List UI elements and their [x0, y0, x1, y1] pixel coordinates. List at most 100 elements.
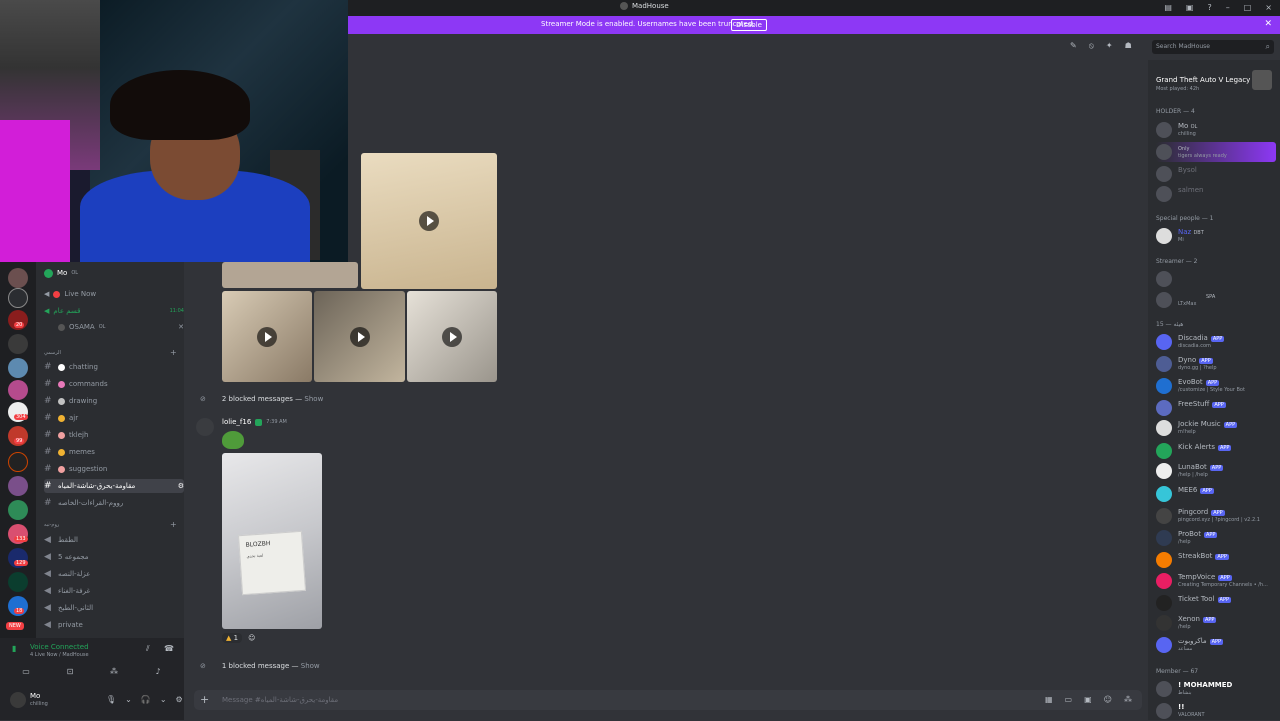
- show-blocked-link[interactable]: Show: [304, 395, 323, 403]
- voice-channel[interactable]: ◀ الطقط: [44, 533, 184, 547]
- members-icon[interactable]: ☗: [1125, 41, 1132, 51]
- voice-user[interactable]: Mo OL: [44, 266, 184, 280]
- channel-commands[interactable]: # commands: [44, 377, 184, 391]
- voice-channel-private[interactable]: ◀ private: [44, 618, 184, 632]
- apps-icon[interactable]: ⁂: [1124, 695, 1132, 704]
- pin-icon[interactable]: ✦: [1106, 41, 1113, 51]
- channel-general[interactable]: ◀ قسم عام 11:04: [44, 304, 184, 318]
- member-bot[interactable]: Kick Alerts APP: [1156, 441, 1276, 461]
- member-bot[interactable]: TempVoice APP Creating Temporary Channels …: [1156, 571, 1276, 591]
- avatar[interactable]: [196, 418, 214, 436]
- add-channel-icon[interactable]: +: [170, 348, 177, 357]
- member-bot[interactable]: FreeStuff APP: [1156, 398, 1276, 418]
- member-item[interactable]: [1156, 269, 1276, 289]
- channel-drawing[interactable]: # drawing: [44, 394, 184, 408]
- chevron-down-icon[interactable]: ⌄: [125, 695, 132, 704]
- close-banner-icon[interactable]: ✕: [1264, 19, 1272, 29]
- noise-suppression-icon[interactable]: ⫽: [146, 644, 150, 654]
- mute-notifications-icon[interactable]: ⦸: [1089, 41, 1094, 51]
- voice-user-osama[interactable]: OSAMA OL ✕: [58, 320, 184, 334]
- server-icon[interactable]: [8, 358, 28, 378]
- server-icon[interactable]: [8, 452, 28, 472]
- minimize-icon[interactable]: –: [1226, 3, 1230, 12]
- add-channel-icon[interactable]: +: [170, 520, 177, 529]
- gift-icon[interactable]: ▦: [1045, 695, 1053, 704]
- member-bot[interactable]: Ticket Tool APP: [1156, 593, 1276, 613]
- member-bot[interactable]: Dyno APP dyno.gg | ?help: [1156, 354, 1276, 374]
- voice-channel[interactable]: ◀ مجموعه 5: [44, 550, 184, 564]
- channel-chatting[interactable]: # chatting: [44, 360, 184, 374]
- server-icon[interactable]: [8, 268, 28, 288]
- server-icon[interactable]: [8, 380, 28, 400]
- video-attachment[interactable]: [222, 291, 312, 382]
- author-name[interactable]: lolie_f16: [222, 418, 251, 426]
- add-attachment-icon[interactable]: +: [200, 693, 209, 706]
- emoji-icon[interactable]: ☺: [1104, 695, 1112, 704]
- sticker-icon[interactable]: ▣: [1084, 695, 1092, 704]
- channel-readings[interactable]: # رووم-القراءات-الخاصه: [44, 496, 184, 510]
- member-bot[interactable]: ماكروبوت APP مساعد: [1156, 635, 1276, 655]
- play-icon[interactable]: [419, 211, 439, 231]
- member-bot[interactable]: ProBot APP/help: [1156, 528, 1276, 548]
- close-icon[interactable]: ×: [1265, 3, 1272, 12]
- monitor-icon[interactable]: ▣: [1186, 3, 1194, 12]
- show-blocked-link[interactable]: Show: [301, 662, 320, 670]
- channel-tklejh[interactable]: # tklejh: [44, 428, 184, 442]
- video-attachment[interactable]: [407, 291, 497, 382]
- threads-icon[interactable]: ✎: [1070, 41, 1077, 51]
- reaction-chip[interactable]: ▲ 1: [222, 633, 243, 643]
- channel-live-now[interactable]: ◀ Live Now: [44, 287, 184, 301]
- server-icon[interactable]: [8, 476, 28, 496]
- voice-channel[interactable]: ◀ عزلة-النصه: [44, 567, 184, 581]
- avatar[interactable]: [10, 692, 26, 708]
- member-bot[interactable]: Jockie Music APP m!help: [1156, 418, 1276, 438]
- member-item[interactable]: Mo OL chilling: [1156, 120, 1276, 140]
- play-icon[interactable]: [442, 326, 462, 347]
- gear-icon[interactable]: ⚙: [176, 695, 183, 704]
- member-bot[interactable]: Xenon APP/help: [1156, 613, 1276, 633]
- category-header[interactable]: روم-نبه: [44, 522, 59, 528]
- add-reaction-icon[interactable]: ☺: [248, 634, 255, 642]
- server-icon[interactable]: [8, 334, 28, 354]
- voice-channel[interactable]: ◀ الثاني-الطبخ: [44, 601, 184, 615]
- headphones-icon[interactable]: 🎧: [141, 695, 151, 704]
- member-item[interactable]: Only tigers always ready: [1156, 142, 1276, 162]
- camera-button[interactable]: ▭: [8, 664, 44, 678]
- member-bot[interactable]: StreakBot APP: [1156, 550, 1276, 570]
- gif-icon[interactable]: ▭: [1065, 695, 1073, 704]
- sticker-pepe[interactable]: [222, 431, 244, 449]
- maximize-icon[interactable]: □: [1244, 3, 1252, 12]
- microphone-icon[interactable]: 🎙: [106, 695, 116, 704]
- play-icon[interactable]: [257, 326, 277, 347]
- member-item[interactable]: ! MOHAMMED بنشاط: [1156, 679, 1276, 699]
- member-bot[interactable]: Discadia APP discadia.com: [1156, 332, 1276, 352]
- video-attachment[interactable]: [361, 153, 497, 289]
- message-composer[interactable]: + Message #مقاومة-يحرق-شاشة-المياه ▦ ▭ ▣…: [194, 690, 1142, 710]
- disable-button[interactable]: Disable: [731, 19, 767, 31]
- video-attachment[interactable]: [314, 291, 405, 382]
- member-bot[interactable]: EvoBot APP/customize | Style Your Bot: [1156, 376, 1276, 396]
- member-bot[interactable]: Pingcord APP pingcord.xyz | ?pingcord | v2…: [1156, 506, 1276, 526]
- image-attachment[interactable]: BLOZBH لعبة تحدي: [222, 453, 322, 629]
- member-item[interactable]: salmen: [1156, 184, 1276, 204]
- channel-active[interactable]: # مقاومة-يحرق-شاشة-المياه ⚙: [44, 479, 184, 493]
- server-icon[interactable]: [8, 572, 28, 592]
- video-attachment[interactable]: [222, 262, 358, 288]
- disconnect-icon[interactable]: ☎: [164, 644, 174, 653]
- member-item[interactable]: Bysol: [1156, 164, 1276, 184]
- activities-button[interactable]: ⁂: [96, 664, 132, 678]
- voice-channel[interactable]: ◀ غرفة-الغناء: [44, 584, 184, 598]
- member-bot[interactable]: LunaBot APP/help | /help: [1156, 461, 1276, 481]
- help-icon[interactable]: ?: [1207, 3, 1211, 12]
- search-input[interactable]: Search MadHouse ⌕: [1152, 40, 1274, 54]
- inbox-icon[interactable]: ▤: [1164, 3, 1172, 12]
- server-icon[interactable]: [8, 500, 28, 520]
- play-icon[interactable]: [349, 326, 370, 347]
- channel-ajr[interactable]: # ajr: [44, 411, 184, 425]
- soundboard-button[interactable]: ♪: [140, 664, 176, 678]
- screenshare-button[interactable]: ⊡: [52, 664, 88, 678]
- chevron-down-icon[interactable]: ⌄: [160, 695, 167, 704]
- member-item[interactable]: Naz DBT Mi: [1156, 226, 1276, 246]
- category-header[interactable]: الرسمي: [44, 350, 61, 356]
- voice-location[interactable]: 4 Live Now / MadHouse: [30, 652, 89, 658]
